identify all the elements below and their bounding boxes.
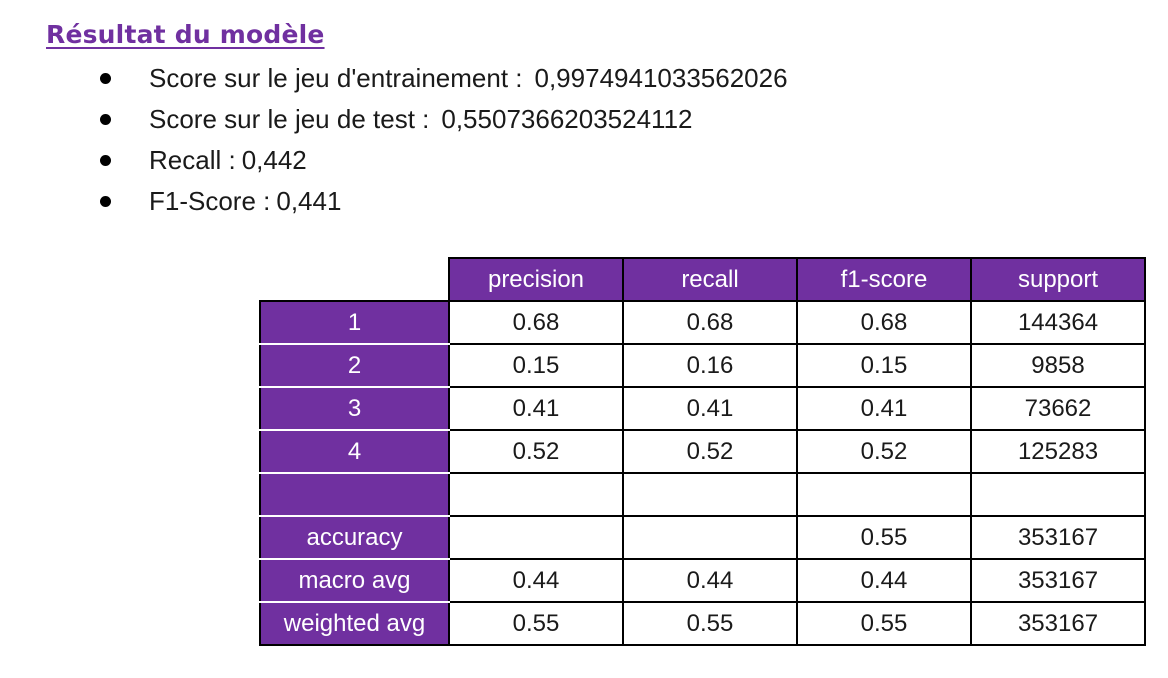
column-header-recall: recall — [622, 257, 798, 302]
table-cell: 0.41 — [796, 386, 972, 431]
table-row: 1 0.68 0.68 0.68 144364 — [259, 300, 1146, 345]
table-cell: 0.44 — [796, 558, 972, 603]
table-cell: 0.52 — [796, 429, 972, 474]
column-header-support: support — [970, 257, 1146, 302]
table-cell: 0.55 — [796, 515, 972, 560]
score-list: Score sur le jeu d'entrainement : 0,9974… — [100, 58, 788, 222]
table-cell: 144364 — [970, 300, 1146, 345]
classification-report-table: precision recall f1-score support 1 0.68… — [259, 257, 1146, 646]
table-cell: 9858 — [970, 343, 1146, 388]
table-row: 3 0.41 0.41 0.41 73662 — [259, 386, 1146, 431]
table-cell: 353167 — [970, 601, 1146, 646]
table-row: macro avg 0.44 0.44 0.44 353167 — [259, 558, 1146, 603]
table-cell: 0.15 — [796, 343, 972, 388]
recall-value: 0,442 — [241, 145, 307, 175]
table-cell: 73662 — [970, 386, 1146, 431]
table-cell: 0.16 — [622, 343, 798, 388]
table-row: weighted avg 0.55 0.55 0.55 353167 — [259, 601, 1146, 646]
list-item: F1-Score : 0,441 — [100, 181, 788, 222]
table-cell: 0.15 — [448, 343, 624, 388]
row-label — [259, 472, 450, 517]
test-score-label: Score sur le jeu de test : — [149, 104, 430, 134]
table-cell: 0.55 — [796, 601, 972, 646]
list-item: Score sur le jeu d'entrainement : 0,9974… — [100, 58, 788, 99]
table-cell — [622, 472, 798, 517]
row-label: 4 — [259, 429, 450, 474]
train-score-label: Score sur le jeu d'entrainement : — [149, 63, 523, 93]
table-header-row: precision recall f1-score support — [260, 257, 1146, 302]
table-cell: 0.44 — [448, 558, 624, 603]
table-cell — [796, 472, 972, 517]
bullet-icon — [100, 155, 111, 166]
bullet-icon — [100, 196, 111, 207]
row-label: 3 — [259, 386, 450, 431]
bullet-icon — [100, 114, 111, 125]
table-cell: 0.68 — [622, 300, 798, 345]
table-cell: 353167 — [970, 515, 1146, 560]
table-cell — [970, 472, 1146, 517]
table-cell: 0.68 — [448, 300, 624, 345]
table-cell — [622, 515, 798, 560]
table-cell: 125283 — [970, 429, 1146, 474]
table-cell — [448, 515, 624, 560]
f1-score-label: F1-Score : — [149, 186, 271, 216]
row-label: 2 — [259, 343, 450, 388]
list-item: Recall : 0,442 — [100, 140, 788, 181]
table-cell: 0.55 — [622, 601, 798, 646]
table-cell: 353167 — [970, 558, 1146, 603]
bullet-icon — [100, 73, 111, 84]
row-label: weighted avg — [259, 601, 450, 646]
table-cell: 0.52 — [448, 429, 624, 474]
table-cell: 0.41 — [448, 386, 624, 431]
table-row: 4 0.52 0.52 0.52 125283 — [259, 429, 1146, 474]
table-cell: 0.44 — [622, 558, 798, 603]
list-item: Score sur le jeu de test : 0,55073662035… — [100, 99, 788, 140]
test-score-value: 0,5507366203524112 — [441, 104, 693, 134]
row-label: 1 — [259, 300, 450, 345]
table-cell — [448, 472, 624, 517]
row-label: accuracy — [259, 515, 450, 560]
table-cell: 0.55 — [448, 601, 624, 646]
table-row: accuracy 0.55 353167 — [259, 515, 1146, 560]
column-header-f1-score: f1-score — [796, 257, 972, 302]
table-cell: 0.68 — [796, 300, 972, 345]
f1-score-value: 0,441 — [276, 186, 342, 216]
row-label: macro avg — [259, 558, 450, 603]
table-row: 2 0.15 0.16 0.15 9858 — [259, 343, 1146, 388]
recall-label: Recall : — [149, 145, 236, 175]
table-row-spacer — [259, 472, 1146, 517]
column-header-precision: precision — [448, 257, 624, 302]
train-score-value: 0,9974941033562026 — [534, 63, 788, 93]
table-cell: 0.52 — [622, 429, 798, 474]
table-corner-cell — [260, 258, 450, 302]
table-cell: 0.41 — [622, 386, 798, 431]
section-title: Résultat du modèle — [46, 20, 325, 49]
